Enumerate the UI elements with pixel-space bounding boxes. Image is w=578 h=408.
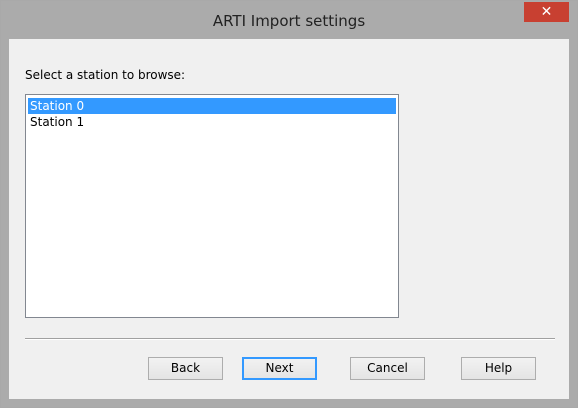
dialog-content: Select a station to browse: Station 0 St… (9, 39, 569, 399)
title-bar[interactable]: ARTI Import settings ✕ (1, 1, 577, 39)
close-button[interactable]: ✕ (524, 2, 569, 22)
station-list-item[interactable]: Station 1 (28, 114, 396, 130)
separator (25, 338, 555, 340)
cancel-button[interactable]: Cancel (350, 357, 425, 380)
window-title: ARTI Import settings (212, 12, 366, 30)
close-icon: ✕ (540, 4, 553, 20)
station-listbox[interactable]: Station 0 Station 1 (25, 94, 399, 318)
help-button[interactable]: Help (461, 357, 536, 380)
station-list-item[interactable]: Station 0 (28, 98, 396, 114)
next-button[interactable]: Next (242, 357, 317, 380)
dialog-window: ARTI Import settings ✕ Select a station … (0, 0, 578, 408)
back-button[interactable]: Back (148, 357, 223, 380)
station-prompt-label: Select a station to browse: (25, 68, 186, 82)
